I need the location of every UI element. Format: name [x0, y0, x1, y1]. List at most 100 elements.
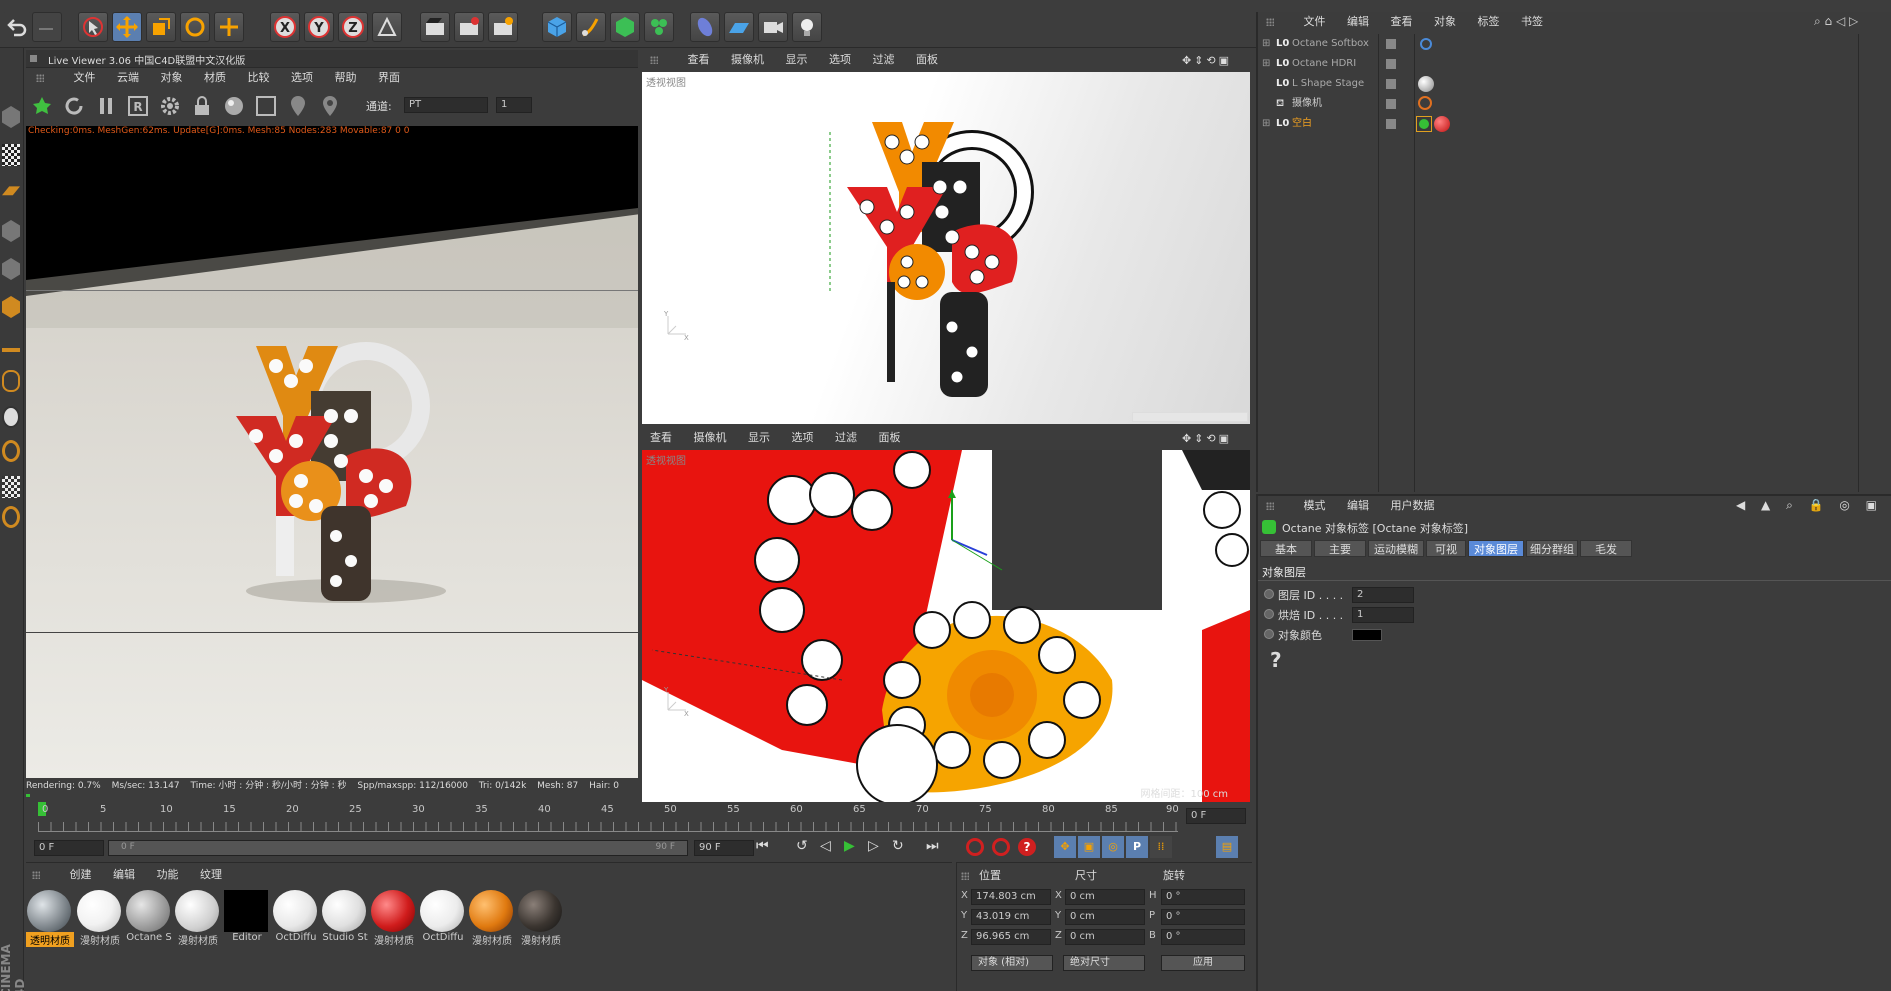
om-menu-edit[interactable]: 编辑	[1347, 15, 1369, 28]
grid-mode-icon[interactable]	[2, 476, 20, 498]
render-view-icon[interactable]	[420, 12, 450, 42]
tweak-mode-icon[interactable]	[2, 370, 20, 392]
menu-grip[interactable]	[36, 71, 52, 84]
mm-menu-function[interactable]: 功能	[157, 868, 179, 881]
lv-menu-objects[interactable]: 对象	[161, 71, 183, 84]
camera-protect-tag-icon[interactable]	[1418, 96, 1432, 110]
material-swatch[interactable]: OctDiffu	[419, 890, 465, 948]
position-x-field[interactable]: 174.803 cm	[971, 889, 1051, 905]
help-icon[interactable]: ?	[1270, 648, 1282, 672]
material-swatch[interactable]: 漫射材质	[370, 890, 416, 948]
spiral-icon[interactable]	[2, 506, 20, 528]
am-menu-userdata[interactable]: 用户数据	[1391, 499, 1435, 512]
region-render-icon[interactable]: R	[126, 94, 150, 118]
om-menu-bookmarks[interactable]: 书签	[1521, 15, 1543, 28]
menu-grip[interactable]	[1266, 15, 1282, 28]
key-position-icon[interactable]: ✥	[1054, 836, 1076, 858]
radio-icon[interactable]	[1264, 589, 1274, 599]
object-row[interactable]: ⊞ L0 Octane HDRI	[1258, 54, 1858, 74]
expand-icon[interactable]: ⊞	[1262, 54, 1270, 74]
layer-id-input[interactable]: 2	[1352, 587, 1414, 603]
model-mode-icon[interactable]	[2, 106, 20, 128]
menu-grip[interactable]	[650, 53, 666, 66]
timeline-window-icon[interactable]: ▤	[1216, 836, 1238, 858]
tab-basic[interactable]: 基本	[1260, 540, 1312, 557]
play-icon[interactable]: ▶	[844, 838, 855, 854]
bottom-viewport-canvas[interactable]: 透视视图 YX 网格间距：100 cm	[642, 450, 1250, 802]
size-x-field[interactable]: 0 cm	[1065, 889, 1145, 905]
object-row[interactable]: ⊞ L0 Octane Softbox	[1258, 34, 1858, 54]
menu-grip[interactable]	[1266, 499, 1282, 512]
lock-workplane-icon[interactable]	[2, 440, 20, 462]
tab-subdivision-group[interactable]: 细分群组	[1526, 540, 1578, 557]
key-rotation-icon[interactable]: ◎	[1102, 836, 1124, 858]
visibility-icon[interactable]	[1386, 119, 1396, 129]
material-swatch[interactable]: 漫射材质	[468, 890, 514, 948]
live-viewer-render[interactable]: Checking:0ms. MeshGen:62ms. Update[G]:0m…	[26, 126, 638, 778]
tab-motion-blur[interactable]: 运动模糊	[1368, 540, 1424, 557]
object-row[interactable]: ⛾ 摄像机	[1258, 94, 1858, 114]
pause-render-icon[interactable]	[94, 94, 118, 118]
visibility-icon[interactable]	[1386, 39, 1396, 49]
object-color-swatch[interactable]	[1352, 629, 1382, 641]
coordinate-mode-select[interactable]: 对象 (相对)	[971, 955, 1053, 971]
texture-mode-icon[interactable]	[2, 144, 20, 166]
material-swatch[interactable]: Octane S	[125, 890, 172, 948]
lv-menu-materials[interactable]: 材质	[204, 71, 226, 84]
vp1-menu-view[interactable]: 查看	[688, 53, 710, 66]
viewport-nav-icons[interactable]: ✥⇕⟲▣	[1182, 432, 1248, 445]
am-menu-edit[interactable]: 编辑	[1347, 499, 1369, 512]
scale-tool-icon[interactable]	[146, 12, 176, 42]
visibility-icon[interactable]	[1386, 99, 1396, 109]
radio-icon[interactable]	[1264, 629, 1274, 639]
radio-icon[interactable]	[1264, 609, 1274, 619]
points-mode-icon[interactable]	[2, 220, 20, 242]
rotation-p-field[interactable]: 0 °	[1161, 909, 1245, 925]
deformer-icon[interactable]	[690, 12, 720, 42]
channel-select[interactable]: PT	[404, 97, 488, 113]
timeline-ruler[interactable]	[38, 822, 1178, 832]
subdivision-icon[interactable]	[610, 12, 640, 42]
sphere-preview-icon[interactable]	[222, 94, 246, 118]
om-search-icon[interactable]: ⌕ ⌂ ◁ ▷	[1814, 14, 1858, 29]
object-name[interactable]: Octane HDRI	[1292, 54, 1356, 74]
next-key-icon[interactable]: ↻	[892, 838, 904, 854]
polygons-mode-icon[interactable]	[2, 296, 20, 318]
apply-button[interactable]: 应用	[1161, 955, 1245, 971]
object-name[interactable]: 空白	[1292, 114, 1312, 134]
position-y-field[interactable]: 43.019 cm	[971, 909, 1051, 925]
visibility-icon[interactable]	[1386, 79, 1396, 89]
material-swatch[interactable]: 漫射材质	[76, 890, 122, 948]
autokey-icon[interactable]	[992, 838, 1010, 856]
pick-focus-icon[interactable]	[286, 94, 310, 118]
am-nav-icons[interactable]: ◀ ▲ ⌕ 🔒 ◎ ▣	[1736, 498, 1883, 513]
lock-icon[interactable]	[190, 94, 214, 118]
render-picture-viewer-icon[interactable]	[454, 12, 484, 42]
vp2-menu-camera[interactable]: 摄像机	[694, 431, 727, 444]
send-scene-icon[interactable]	[30, 94, 54, 118]
rotation-b-field[interactable]: 0 °	[1161, 929, 1245, 945]
workplane-icon[interactable]	[2, 186, 20, 196]
object-row-selected[interactable]: ⊞ L0 空白	[1258, 114, 1858, 134]
settings-gear-icon[interactable]	[158, 94, 182, 118]
cube-icon[interactable]	[542, 12, 572, 42]
key-param-icon[interactable]: P	[1126, 836, 1148, 858]
start-frame-field[interactable]: 0 F	[34, 840, 104, 856]
mm-menu-create[interactable]: 创建	[70, 868, 92, 881]
lv-menu-interface[interactable]: 界面	[378, 71, 400, 84]
camera-icon[interactable]	[758, 12, 788, 42]
vp1-scrollbar[interactable]	[1132, 412, 1248, 422]
floor-icon[interactable]	[724, 12, 754, 42]
key-pla-icon[interactable]: ⁞⁞	[1150, 836, 1172, 858]
top-viewport-canvas[interactable]: 透视视图 YX	[642, 72, 1250, 424]
pen-spline-icon[interactable]	[576, 12, 606, 42]
vp2-menu-filter[interactable]: 过滤	[835, 431, 857, 444]
vp2-menu-panel[interactable]: 面板	[879, 431, 901, 444]
object-name[interactable]: L Shape Stage	[1292, 74, 1364, 94]
clay-mode-icon[interactable]	[254, 94, 278, 118]
material-swatch[interactable]: 透明材质	[26, 890, 74, 948]
visibility-icon[interactable]	[1386, 59, 1396, 69]
lv-menu-file[interactable]: 文件	[74, 71, 96, 84]
record-icon[interactable]	[966, 838, 984, 856]
material-swatch[interactable]: Editor	[223, 890, 269, 948]
